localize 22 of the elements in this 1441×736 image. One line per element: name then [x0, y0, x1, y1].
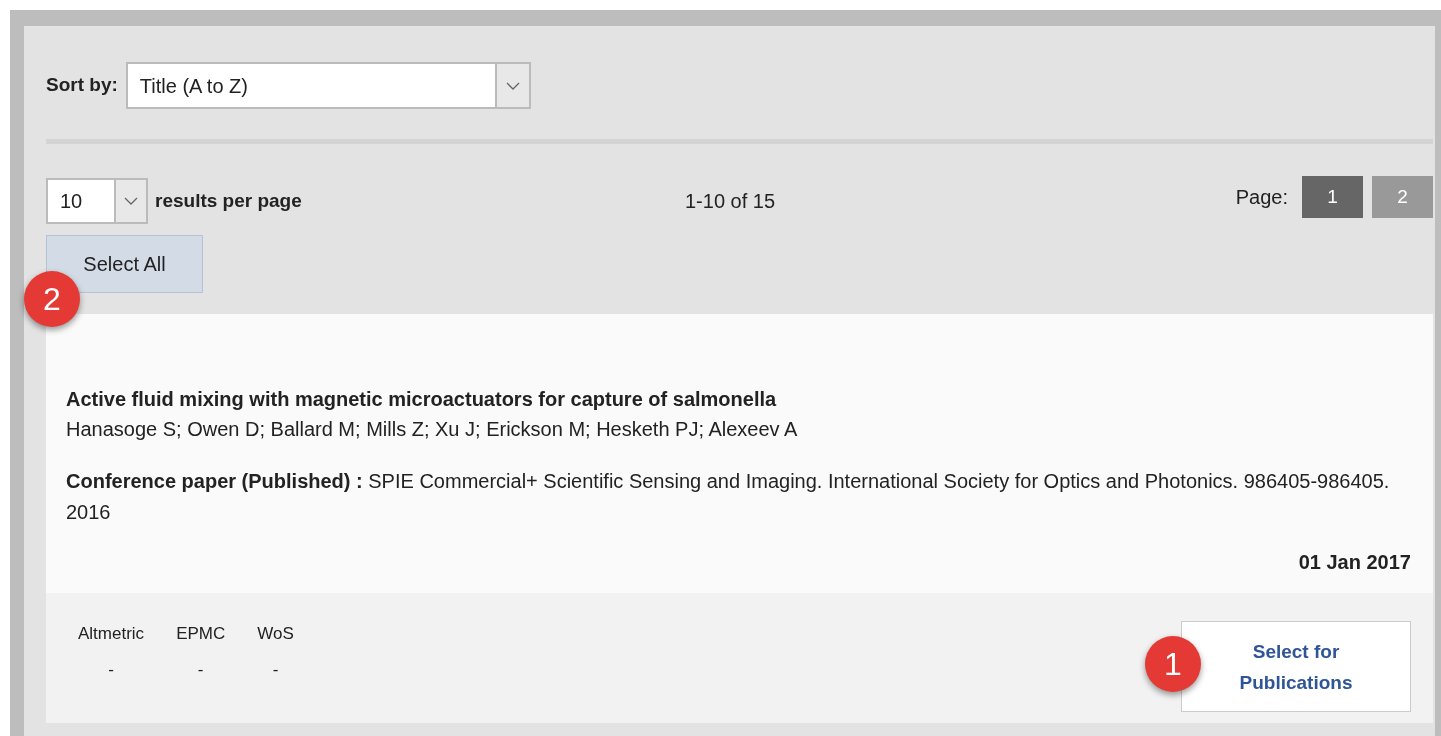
callout-badge: 2 [24, 271, 80, 327]
per-page-label: results per page [155, 188, 303, 213]
metric-value: - [197, 658, 204, 681]
page-button[interactable]: 1 [1302, 176, 1363, 218]
result-range: 1-10 of 15 [685, 189, 776, 214]
publication-title: Active fluid mixing with magnetic microactuators for capture of salmonella [66, 387, 778, 412]
chevron-down-icon [505, 81, 520, 90]
sort-dropdown[interactable]: Title (A to Z) [125, 62, 531, 109]
callout-badge: 1 [1145, 636, 1201, 692]
page-label: Page: [1235, 185, 1288, 210]
citation-text: Conference paper (Published) : SPIE Commercial+ Scientific Sensing and Imaging. International Society for Optics and Photonics. 986405-986405. 2016 [66, 469, 1391, 525]
chevron-down-icon [124, 197, 138, 205]
metric-value: - [108, 658, 114, 681]
per-page-dropdown[interactable]: 10 [46, 178, 148, 224]
metric-name: EPMC [176, 623, 226, 645]
metric-name: Altmetric [78, 623, 145, 645]
metric-value: - [272, 658, 279, 681]
select-for-publications-button[interactable]: Select for Publications [1181, 621, 1411, 712]
metric-name: WoS [257, 623, 294, 645]
sort-label: Sort by: [46, 73, 118, 98]
author-list: Hanasoge S; Owen D; Ballard M; Mills Z; Xu J; Erickson M; Hesketh PJ; Alexeev A [66, 414, 1411, 444]
publication-date: 01 Jan 2017 [1298, 550, 1411, 575]
